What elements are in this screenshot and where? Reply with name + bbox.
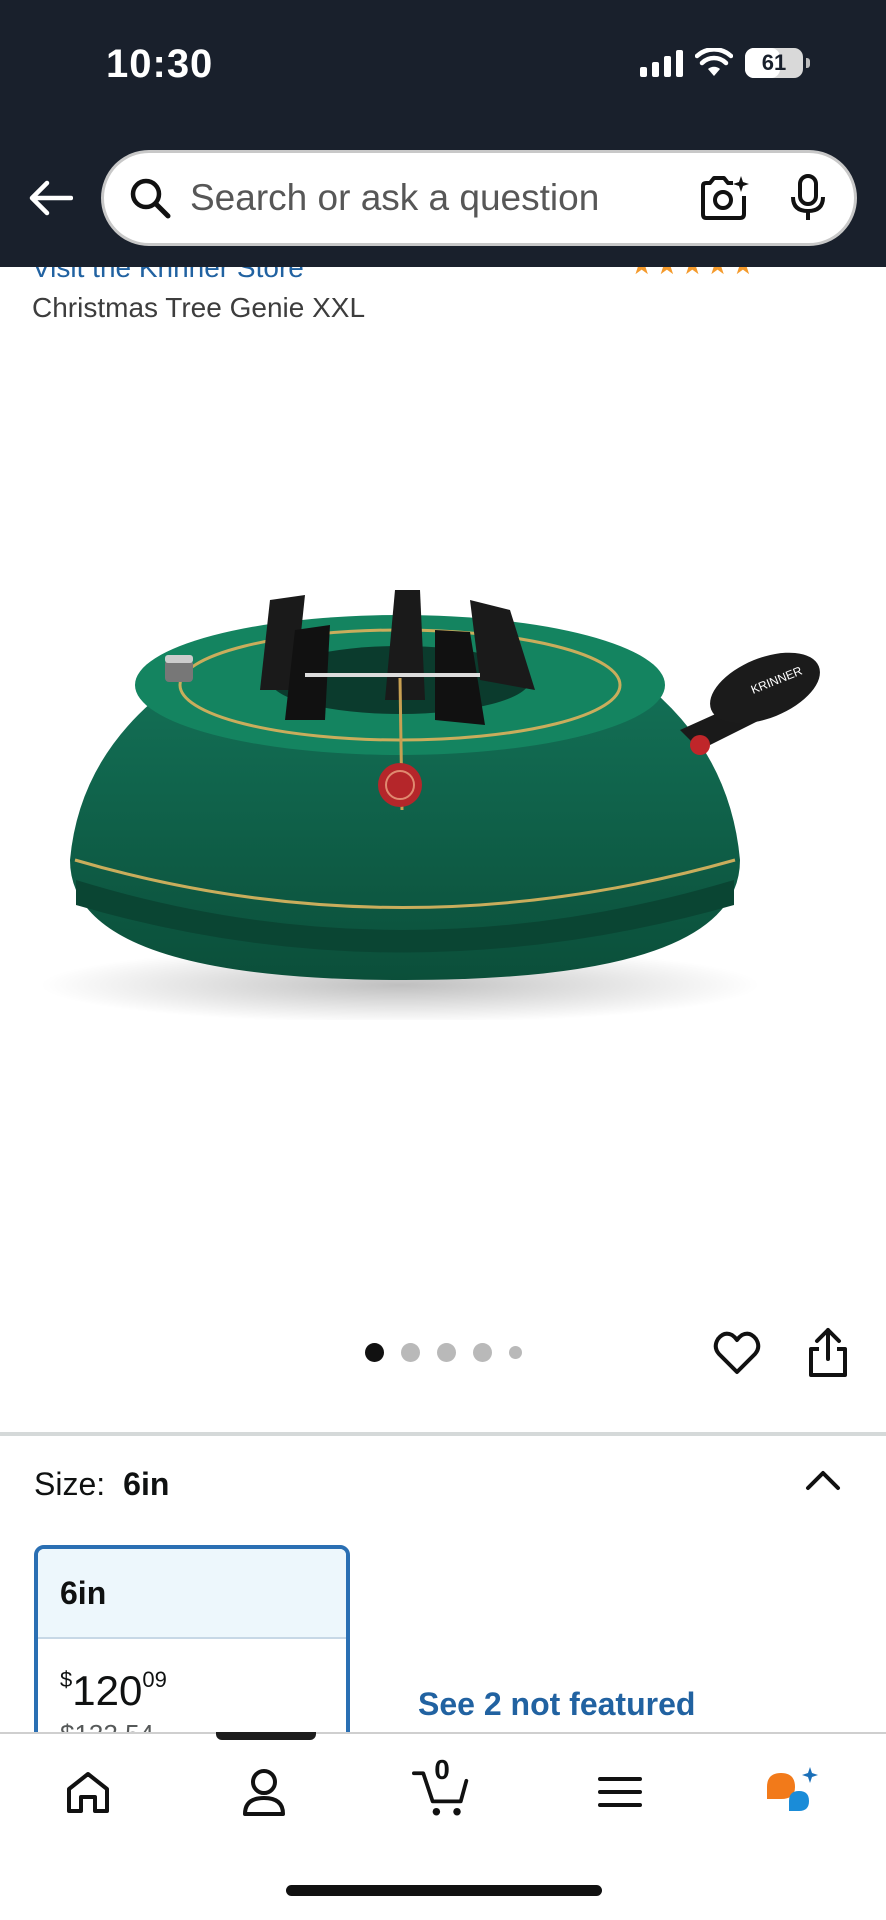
microphone-icon[interactable] [786, 171, 830, 225]
active-tab-indicator [216, 1732, 316, 1740]
menu-icon [598, 1777, 642, 1807]
cart-count: 0 [434, 1754, 450, 1785]
size-selector-header[interactable]: Size: 6in [34, 1466, 169, 1503]
cellular-signal-icon [640, 49, 683, 77]
battery-nub [806, 58, 810, 68]
heart-icon[interactable] [712, 1328, 762, 1378]
app-header: 10:30 61 Search or ask a question [0, 0, 886, 267]
status-icons: 61 [640, 48, 810, 78]
nav-menu[interactable] [590, 1762, 650, 1822]
pagination-dot-2[interactable] [400, 1343, 420, 1362]
pagination-dot-3[interactable] [436, 1343, 456, 1362]
price-currency: $ [60, 1667, 73, 1692]
section-divider [0, 1432, 886, 1436]
user-icon [243, 1769, 285, 1816]
search-placeholder: Search or ask a question [190, 177, 600, 218]
pagination-dot-1[interactable] [364, 1343, 384, 1362]
back-button[interactable] [24, 172, 76, 224]
size-option-price: $12009 [60, 1667, 167, 1715]
size-option-card[interactable]: 6in $12009 $132.54 [34, 1545, 350, 1745]
chevron-up-icon[interactable] [802, 1464, 844, 1494]
home-icon [67, 1772, 109, 1813]
nav-cart[interactable]: 0 [412, 1754, 472, 1822]
nav-home[interactable] [58, 1762, 118, 1822]
pagination-dot-4[interactable] [472, 1343, 492, 1362]
product-title: Christmas Tree Genie XXL [32, 292, 366, 323]
pagination-dot-5[interactable] [508, 1346, 522, 1359]
rufus-assistant-icon [767, 1767, 818, 1811]
camera-search-icon[interactable] [698, 171, 752, 225]
product-image[interactable]: KRINNER [40, 560, 860, 1020]
arrow-left-icon [29, 180, 73, 216]
wifi-icon [695, 48, 733, 76]
search-icon [128, 176, 172, 220]
nav-rufus[interactable] [762, 1762, 822, 1822]
size-selected-value: 6in [123, 1466, 170, 1502]
price-whole: 120 [72, 1667, 143, 1714]
nav-account[interactable] [234, 1762, 294, 1822]
size-label: Size: [34, 1466, 106, 1502]
status-time: 10:30 [106, 42, 214, 86]
home-indicator[interactable] [286, 1885, 602, 1896]
battery-percent: 61 [761, 50, 787, 75]
battery-icon: 61 [745, 48, 803, 78]
price-fraction: 09 [142, 1667, 167, 1692]
size-option-label: 6in [38, 1549, 346, 1639]
see-not-featured-link[interactable]: See 2 not featured [418, 1686, 695, 1723]
share-icon[interactable] [805, 1325, 851, 1379]
search-input[interactable]: Search or ask a question [101, 150, 857, 246]
